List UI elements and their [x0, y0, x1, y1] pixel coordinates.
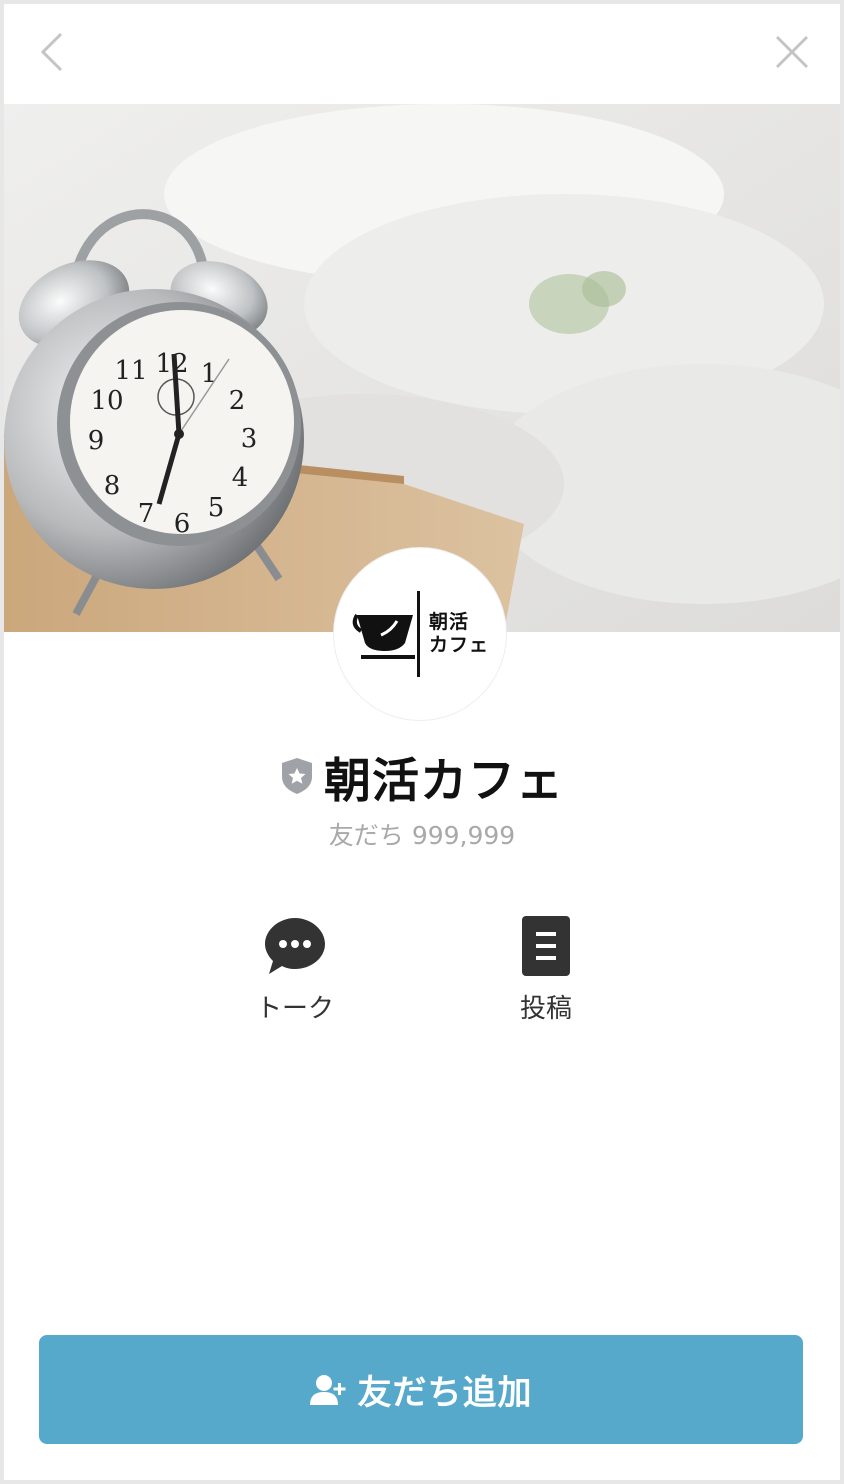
profile-screen: 12 1 2 3 4 5 6 7 8 9 10 11 朝活 カフェ 朝活カフェ … — [4, 4, 840, 1480]
svg-text:1: 1 — [201, 359, 218, 389]
add-friend-button[interactable]: 友だち追加 — [39, 1335, 803, 1444]
coffee-cup-icon — [352, 591, 420, 677]
document-icon — [522, 916, 570, 976]
logo-text-line1: 朝活 — [428, 611, 469, 633]
profile-avatar: 朝活 カフェ — [334, 548, 506, 720]
account-name: 朝活カフェ — [324, 753, 564, 809]
svg-text:11: 11 — [114, 356, 147, 386]
friends-count: 友だち 999,999 — [4, 816, 840, 852]
svg-text:10: 10 — [90, 386, 123, 416]
add-user-icon — [309, 1374, 345, 1405]
logo-text-line2: カフェ — [428, 634, 489, 656]
svg-text:9: 9 — [88, 426, 105, 456]
svg-text:3: 3 — [241, 424, 258, 454]
account-name-row: 朝活カフェ — [4, 746, 840, 809]
cafe-logo: 朝活 カフェ — [351, 591, 489, 677]
posts-label: 投稿 — [519, 994, 572, 1024]
svg-text:8: 8 — [104, 471, 121, 501]
talk-button[interactable]: トーク — [230, 914, 360, 1025]
chat-bubble-icon — [265, 918, 325, 974]
back-button[interactable] — [28, 28, 76, 76]
svg-text:2: 2 — [229, 386, 246, 416]
svg-text:4: 4 — [232, 463, 249, 493]
close-button[interactable] — [768, 28, 816, 76]
friends-number: 999,999 — [411, 821, 516, 850]
svg-text:6: 6 — [174, 509, 191, 539]
friends-label: 友だち — [328, 821, 404, 850]
talk-label: トーク — [255, 994, 334, 1024]
add-friend-label: 友だち追加 — [357, 1374, 533, 1412]
svg-text:5: 5 — [208, 493, 225, 523]
verified-shield-icon — [282, 758, 312, 794]
top-bar — [4, 4, 840, 104]
svg-text:12: 12 — [155, 349, 188, 379]
chevron-left-icon — [40, 32, 63, 72]
close-icon — [775, 35, 809, 69]
svg-text:7: 7 — [138, 499, 155, 529]
posts-button[interactable]: 投稿 — [481, 914, 611, 1025]
